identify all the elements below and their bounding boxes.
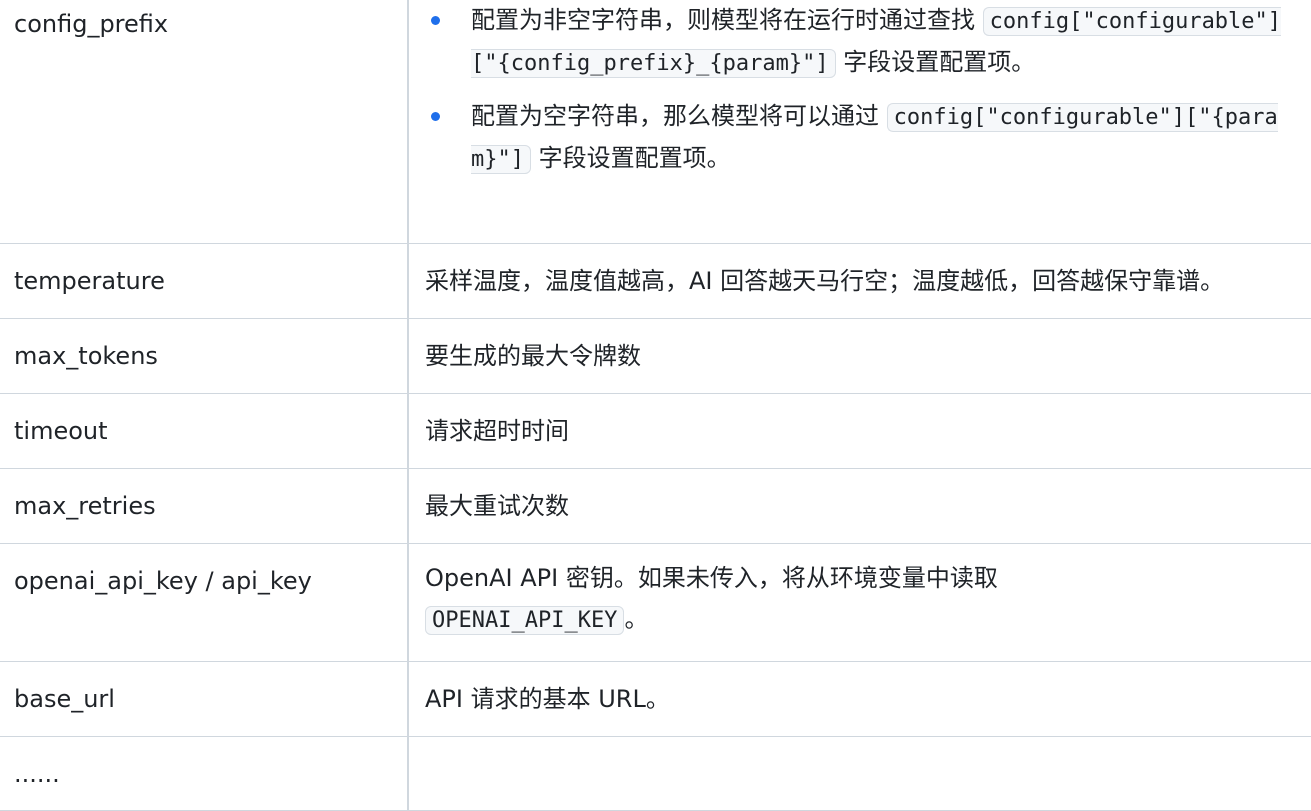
bullet-text-before: 配置为空字符串，那么模型将可以通过	[471, 102, 879, 130]
param-description: 要生成的最大令牌数	[408, 317, 1311, 394]
param-name: openai_api_key / api_key	[0, 542, 409, 662]
param-name: temperature	[0, 242, 409, 319]
parameters-table: config_prefix 配置为非空字符串，则模型将在运行时通过查找 conf…	[0, 0, 1311, 811]
table-row: openai_api_key / api_key OpenAI API 密钥。如…	[0, 542, 1311, 662]
table-row: ......	[0, 735, 1311, 811]
param-name: config_prefix	[0, 0, 409, 244]
param-name: max_tokens	[0, 317, 409, 394]
bullet-text-after: 字段设置配置项。	[538, 144, 731, 172]
param-description: 配置为非空字符串，则模型将在运行时通过查找 config["configurab…	[408, 0, 1311, 244]
table-row: config_prefix 配置为非空字符串，则模型将在运行时通过查找 conf…	[0, 0, 1311, 244]
param-description: 采样温度，温度值越高，AI 回答越天马行空；温度越低，回答越保守靠谱。	[408, 242, 1311, 319]
param-name: ......	[0, 735, 409, 811]
description-text-after: 。	[624, 604, 649, 633]
bullet-text-after: 字段设置配置项。	[843, 48, 1036, 76]
param-description	[408, 735, 1311, 811]
table-row: timeout 请求超时时间	[0, 392, 1311, 469]
description-text-before: OpenAI API 密钥。如果未传入，将从环境变量中读取	[425, 563, 998, 592]
list-item: 配置为非空字符串，则模型将在运行时通过查找 config["configurab…	[425, 0, 1297, 84]
inline-code: OPENAI_API_KEY	[425, 605, 625, 635]
table-row: max_retries 最大重试次数	[0, 467, 1311, 544]
bullet-list: 配置为非空字符串，则模型将在运行时通过查找 config["configurab…	[425, 0, 1297, 180]
param-name: base_url	[0, 660, 409, 737]
bullet-icon	[431, 16, 440, 25]
list-item: 配置为空字符串，那么模型将可以通过 config["configurable"]…	[425, 96, 1297, 180]
param-description: API 请求的基本 URL。	[408, 660, 1311, 737]
bullet-icon	[431, 112, 440, 121]
param-name: max_retries	[0, 467, 409, 544]
table-row: max_tokens 要生成的最大令牌数	[0, 317, 1311, 394]
table-row: temperature 采样温度，温度值越高，AI 回答越天马行空；温度越低，回…	[0, 242, 1311, 319]
bullet-text-before: 配置为非空字符串，则模型将在运行时通过查找	[471, 6, 975, 34]
table-row: base_url API 请求的基本 URL。	[0, 660, 1311, 737]
param-description: OpenAI API 密钥。如果未传入，将从环境变量中读取 OPENAI_API…	[408, 542, 1311, 662]
param-description: 最大重试次数	[408, 467, 1311, 544]
param-name: timeout	[0, 392, 409, 469]
param-description: 请求超时时间	[408, 392, 1311, 469]
